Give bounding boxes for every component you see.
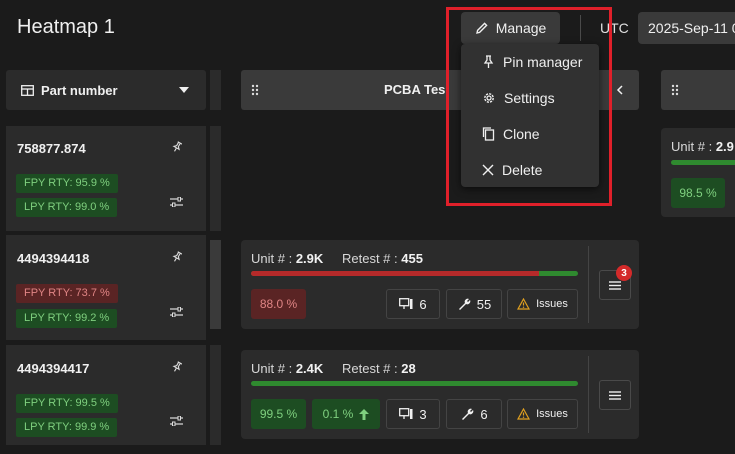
repair-count-chip[interactable]: 6 [446,399,502,429]
row-spacer [210,345,221,445]
warning-icon [517,408,531,420]
yield-bar [251,271,578,276]
next-column-header[interactable] [661,70,735,110]
yield-bar [671,160,735,165]
lpy-badge: LPY RTY: 99.0 % [16,198,118,217]
lpy-badge: LPY RTY: 99.9 % [16,418,118,437]
delta-chip: 0.1 % [312,399,380,429]
part-number: 758877.874 [17,141,86,156]
yield-chip: 98.5 % [671,178,725,208]
lpy-badge: LPY RTY: 99.2 % [16,309,118,328]
station-card[interactable]: Unit # : 2.9K Retest # : 455 88.0 % 6 55… [241,240,639,329]
warning-icon [517,298,531,310]
retest-count: Retest # : 455 [342,251,423,266]
column-resizer[interactable] [210,70,221,110]
station-card[interactable]: Unit # : 2.4K Retest # : 28 99.5 % 0.1 %… [241,350,639,439]
card-divider [588,356,589,433]
fpy-badge: FPY RTY: 73.7 % [16,284,118,303]
pin-icon[interactable] [171,251,182,263]
part-number: 4494394417 [17,361,90,376]
drag-handle-icon[interactable] [251,84,259,96]
row-menu-button[interactable] [599,380,631,410]
wrench-icon [462,408,474,420]
pin-icon[interactable] [171,141,182,153]
monitor-icon [399,408,413,419]
notification-badge: 3 [616,265,632,281]
tune-icon[interactable] [170,307,183,317]
issues-button[interactable]: Issues [507,399,578,429]
station-count-chip[interactable]: 6 [386,289,440,319]
tune-icon[interactable] [170,416,183,426]
caret-down-icon[interactable] [179,87,189,93]
yield-chip: 88.0 % [251,289,306,319]
part-number-header[interactable]: Part number [6,70,206,110]
station-card[interactable]: Unit # : 2.9 98.5 % [661,128,735,217]
tune-icon[interactable] [170,197,183,207]
monitor-icon [399,298,413,309]
table-icon [21,84,34,96]
menu-icon [609,390,621,400]
drag-handle-icon[interactable] [671,84,679,96]
fpy-badge: FPY RTY: 95.9 % [16,174,118,193]
pcba-test-label: PCBA Tes [384,82,446,97]
retest-count: Retest # : 28 [342,361,416,376]
chevron-left-icon[interactable] [616,85,623,95]
part-number: 4494394418 [17,251,90,266]
page-title: Heatmap 1 [17,16,115,38]
unit-count: Unit # : 2.9K [251,251,324,266]
pin-icon[interactable] [171,361,182,373]
arrow-up-icon [359,408,370,420]
unit-count: Unit # : 2.9 [671,139,734,154]
yield-bar-fail [251,271,539,276]
yield-bar [251,381,578,386]
menu-icon [609,280,621,290]
fpy-badge: FPY RTY: 99.5 % [16,394,118,413]
repair-count-chip[interactable]: 55 [446,289,502,319]
station-count-chip[interactable]: 3 [386,399,440,429]
part-number-header-label: Part number [41,82,118,98]
issues-button[interactable]: Issues [507,289,578,319]
unit-count: Unit # : 2.4K [251,361,324,376]
date-picker[interactable]: 2025-Sep-11 0 [638,12,735,44]
row-spacer [210,240,221,329]
row-spacer [210,126,221,231]
wrench-icon [458,298,471,310]
highlight-annotation [446,7,612,206]
date-value: 2025-Sep-11 0 [648,20,735,36]
yield-chip: 99.5 % [251,399,306,429]
card-divider [588,246,589,323]
